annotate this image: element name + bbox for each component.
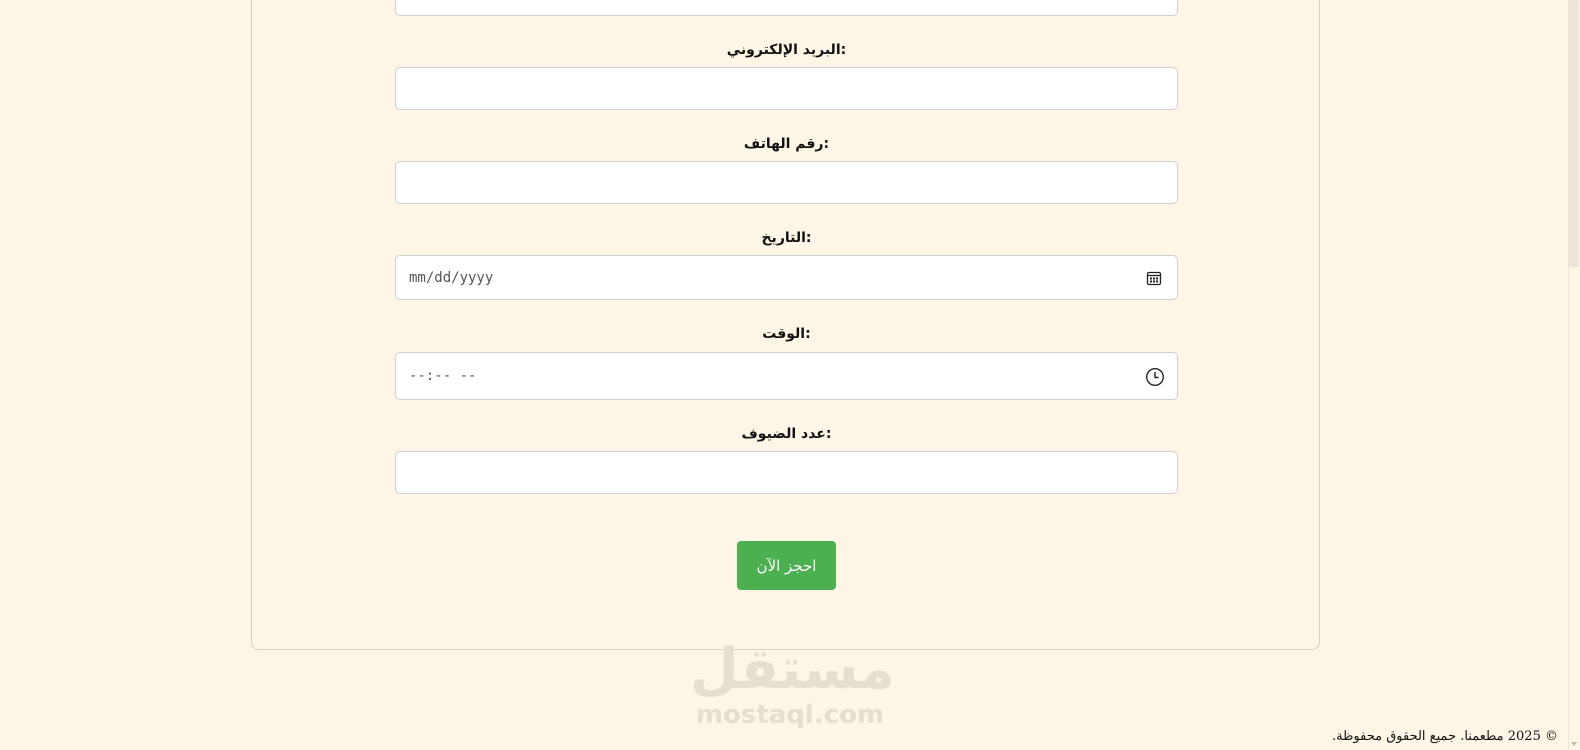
scrollbar-thumb[interactable] bbox=[1569, 0, 1579, 267]
email-label: البريد الإلكتروني: bbox=[726, 42, 847, 58]
date-placeholder: mm/dd/yyyy bbox=[409, 269, 494, 286]
watermark-latin-text: mostaql.com bbox=[695, 700, 885, 730]
book-now-button[interactable]: احجز الآن bbox=[737, 541, 836, 590]
calendar-icon[interactable] bbox=[1145, 269, 1163, 287]
scrollbar[interactable] bbox=[1568, 0, 1580, 750]
phone-field[interactable] bbox=[395, 161, 1178, 204]
time-placeholder: --:-- -- bbox=[409, 368, 477, 384]
guests-label: عدد الضيوف: bbox=[741, 426, 832, 442]
name-field[interactable] bbox=[395, 0, 1178, 16]
guests-field[interactable] bbox=[395, 451, 1178, 494]
mostaql-watermark: مستقل mostaql.com bbox=[690, 637, 895, 735]
date-label: التاريخ: bbox=[761, 230, 812, 246]
phone-label: رقم الهاتف: bbox=[743, 136, 830, 152]
email-field[interactable] bbox=[395, 67, 1178, 110]
time-label: الوقت: bbox=[762, 326, 811, 342]
clock-icon[interactable] bbox=[1145, 367, 1165, 387]
scroll-down-arrow-icon[interactable] bbox=[1568, 736, 1580, 750]
date-field[interactable]: mm/dd/yyyy bbox=[395, 255, 1178, 300]
watermark-arabic-text: مستقل bbox=[690, 637, 895, 702]
footer-copyright: © 2025 مطعمنا. جميع الحقوق محفوظة. bbox=[1331, 729, 1558, 744]
time-field[interactable]: --:-- -- bbox=[395, 352, 1178, 400]
